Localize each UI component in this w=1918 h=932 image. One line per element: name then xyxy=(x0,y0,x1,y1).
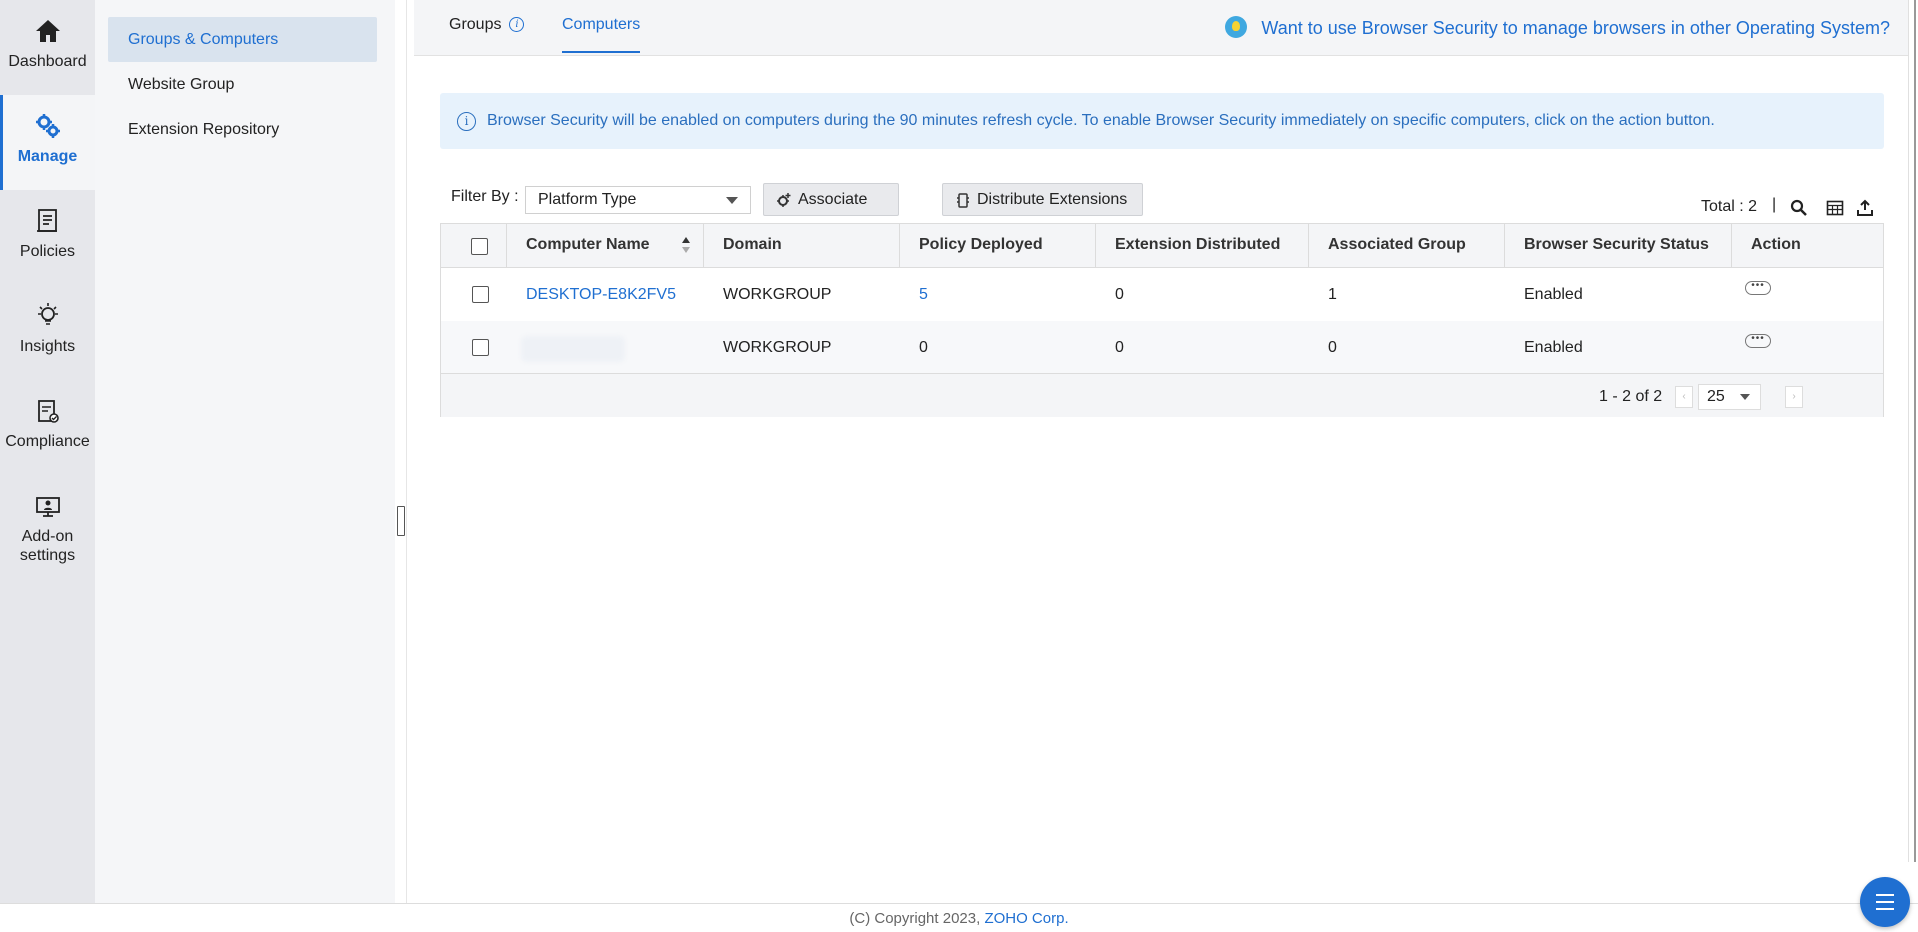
page-range-text: 1 - 2 of 2 xyxy=(1599,388,1663,405)
lightbulb-icon xyxy=(37,303,58,325)
column-header-extension-distributed[interactable]: Extension Distributed xyxy=(1096,224,1309,268)
table-header: Computer Name Domain Policy Deployed Ext… xyxy=(441,224,1883,268)
banner-text: Browser Security will be enabled on comp… xyxy=(487,112,1715,129)
clipboard-check-icon xyxy=(37,400,59,423)
policy-deployed-link[interactable]: 5 xyxy=(900,268,928,321)
info-icon: i xyxy=(457,112,476,131)
extension-distributed-cell: 0 xyxy=(1115,286,1124,303)
company-link[interactable]: ZOHO Corp. xyxy=(984,910,1068,927)
redacted-computer-name[interactable] xyxy=(521,336,625,362)
submenu-item-website-group[interactable]: Website Group xyxy=(108,62,377,107)
distribute-extensions-button[interactable]: Distribute Extensions xyxy=(942,183,1143,216)
hamburger-icon-bar xyxy=(1876,908,1894,910)
page-size-select[interactable]: 25 xyxy=(1698,384,1761,410)
filter-label: Filter By : xyxy=(451,188,519,205)
gears-icon xyxy=(35,114,60,138)
more-actions-icon[interactable]: ••• xyxy=(1745,281,1771,295)
monitor-user-icon xyxy=(35,497,60,517)
tab-computers[interactable]: Computers xyxy=(562,0,641,53)
page-footer: (C) Copyright 2023, ZOHO Corp. xyxy=(0,903,1918,932)
puzzle-icon xyxy=(957,193,969,208)
menu-fab-button[interactable] xyxy=(1860,877,1910,927)
row-checkbox[interactable] xyxy=(472,286,489,303)
rail-item-label: Policies xyxy=(19,243,76,260)
tab-bar: Groups i Computers Want to use Browser Se… xyxy=(414,0,1908,56)
column-header-computer-name[interactable]: Computer Name xyxy=(507,224,704,268)
chevron-down-icon xyxy=(726,197,738,204)
more-actions-icon[interactable]: ••• xyxy=(1745,334,1771,348)
column-chooser-icon[interactable] xyxy=(1826,199,1844,217)
panel-divider xyxy=(395,0,407,903)
lightbulb-icon xyxy=(1225,16,1248,38)
computers-table: Computer Name Domain Policy Deployed Ext… xyxy=(440,223,1884,417)
column-header-browser-security-status[interactable]: Browser Security Status xyxy=(1505,224,1732,268)
table-pagination: 1 - 2 of 2 ‹ 25 › xyxy=(441,373,1883,417)
column-label: Computer Name xyxy=(526,236,650,253)
column-header-domain[interactable]: Domain xyxy=(704,224,900,268)
tab-groups[interactable]: Groups i xyxy=(449,0,525,56)
rail-item-dashboard[interactable]: Dashboard xyxy=(0,0,95,95)
chevron-down-icon xyxy=(1740,394,1750,400)
associate-policy-button[interactable]: Associate Policy xyxy=(763,183,899,239)
column-header-policy-deployed[interactable]: Policy Deployed xyxy=(900,224,1096,268)
rail-item-compliance[interactable]: Compliance xyxy=(0,380,95,475)
promo-text: Want to use Browser Security to manage b… xyxy=(1261,18,1890,38)
rail-item-label: Dashboard xyxy=(8,53,87,70)
total-count: Total : 2 xyxy=(1701,198,1758,215)
policy-scroll-icon xyxy=(36,209,57,232)
sort-icon[interactable] xyxy=(681,236,691,254)
next-page-button[interactable]: › xyxy=(1785,386,1803,408)
hamburger-icon-bar xyxy=(1876,901,1894,903)
rail-item-policies[interactable]: Policies xyxy=(0,190,95,285)
column-header-associated-group[interactable]: Associated Group xyxy=(1309,224,1505,268)
platform-type-select[interactable]: Platform Type xyxy=(525,186,751,214)
submenu-item-extension-repository[interactable]: Extension Repository xyxy=(108,107,377,152)
rail-item-label: Compliance xyxy=(5,433,90,450)
status-cell: Enabled xyxy=(1524,286,1583,303)
home-icon xyxy=(35,20,60,42)
submenu-item-groups-computers[interactable]: Groups & Computers xyxy=(108,17,377,62)
rail-item-manage[interactable]: Manage xyxy=(0,95,95,190)
table-row: WORKGROUP 0 0 0 Enabled ••• xyxy=(441,321,1883,374)
rail-item-label: Manage xyxy=(17,148,78,165)
associated-group-cell: 1 xyxy=(1328,286,1337,303)
table-row: DESKTOP-E8K2FV5 WORKGROUP 5 0 1 Enabled … xyxy=(441,268,1883,321)
toolbar-separator: | xyxy=(1772,196,1777,213)
vertical-scrollbar[interactable] xyxy=(1908,0,1918,862)
select-value: Platform Type xyxy=(538,191,637,208)
computer-name-link[interactable]: DESKTOP-E8K2FV5 xyxy=(507,268,676,321)
page-size-value: 25 xyxy=(1707,388,1725,405)
promo-link[interactable]: Want to use Browser Security to manage b… xyxy=(1225,16,1890,39)
gear-plus-icon xyxy=(777,193,791,207)
status-cell: Enabled xyxy=(1524,339,1583,356)
column-header-action: Action xyxy=(1751,236,1801,253)
hamburger-icon-bar xyxy=(1876,894,1894,896)
search-icon[interactable] xyxy=(1790,199,1808,217)
left-nav-rail: Dashboard Manage Policies Insights Compl… xyxy=(0,0,95,903)
row-checkbox[interactable] xyxy=(472,339,489,356)
header-select-all-cell xyxy=(441,224,507,268)
policy-deployed-cell: 0 xyxy=(919,339,928,356)
copyright-text: (C) Copyright 2023, xyxy=(849,910,985,927)
tab-label: Groups xyxy=(449,16,502,33)
domain-cell: WORKGROUP xyxy=(723,339,832,356)
export-icon[interactable] xyxy=(1856,199,1874,217)
submenu-panel: Groups & Computers Website Group Extensi… xyxy=(95,0,395,903)
collapse-panel-handle[interactable] xyxy=(397,506,405,536)
domain-cell: WORKGROUP xyxy=(723,286,832,303)
associated-group-cell: 0 xyxy=(1328,339,1337,356)
select-all-checkbox[interactable] xyxy=(471,238,488,255)
button-label: Distribute Extensions xyxy=(977,191,1128,208)
rail-item-label: Insights xyxy=(19,338,76,355)
rail-item-addon-settings[interactable]: Add-on settings xyxy=(0,475,95,575)
info-banner: i Browser Security will be enabled on co… xyxy=(440,93,1884,149)
rail-item-insights[interactable]: Insights xyxy=(0,285,95,380)
extension-distributed-cell: 0 xyxy=(1115,339,1124,356)
scrollbar-thumb[interactable] xyxy=(1914,0,1916,862)
main-content: Groups i Computers Want to use Browser Se… xyxy=(414,0,1908,903)
prev-page-button[interactable]: ‹ xyxy=(1675,386,1693,408)
info-icon[interactable]: i xyxy=(509,17,525,32)
rail-item-label: Add-on settings xyxy=(19,528,76,564)
